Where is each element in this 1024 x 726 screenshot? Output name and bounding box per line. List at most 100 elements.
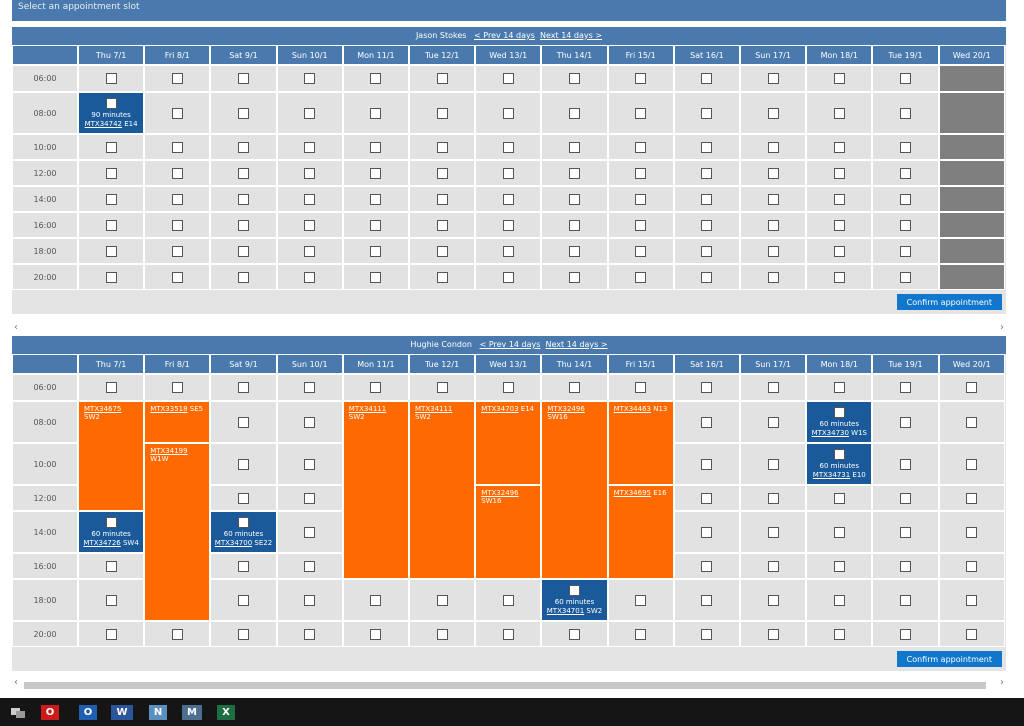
job-link[interactable]: MTX34675 (84, 405, 121, 413)
empty-slot[interactable] (342, 621, 409, 647)
slot-checkbox[interactable] (701, 458, 713, 470)
busy-block[interactable]: MTX34199 W1W (144, 443, 211, 621)
slot-checkbox[interactable] (105, 167, 117, 179)
slot-checkbox[interactable] (436, 628, 448, 640)
slot-checkbox[interactable] (304, 219, 316, 231)
slot-checkbox[interactable] (237, 141, 249, 153)
slot-checkbox[interactable] (899, 107, 911, 119)
slot-checkbox[interactable] (568, 245, 580, 257)
job-link[interactable]: MTX34730 (812, 429, 849, 437)
empty-slot[interactable] (342, 264, 409, 290)
empty-slot[interactable] (806, 374, 873, 401)
slot-checkbox[interactable] (105, 560, 117, 572)
empty-slot[interactable] (872, 553, 939, 579)
slot-checkbox[interactable] (171, 167, 183, 179)
slot-checkbox[interactable] (899, 382, 911, 393)
slot-checkbox[interactable] (899, 458, 911, 470)
slot-checkbox[interactable] (304, 193, 316, 205)
slot-checkbox[interactable] (833, 107, 845, 119)
empty-slot[interactable] (806, 160, 873, 186)
empty-slot[interactable] (938, 621, 1005, 647)
empty-slot[interactable] (409, 374, 476, 401)
slot-checkbox[interactable] (237, 560, 249, 572)
empty-slot[interactable] (541, 212, 608, 238)
empty-slot[interactable] (673, 238, 740, 264)
slot-checkbox[interactable] (436, 245, 448, 257)
slot-checkbox[interactable] (966, 492, 978, 504)
empty-slot[interactable] (78, 238, 145, 264)
empty-slot[interactable] (740, 511, 807, 553)
slot-checkbox[interactable] (502, 271, 514, 283)
slot-checkbox[interactable] (237, 167, 249, 179)
booked-slot[interactable]: 90 minutes MTX34742 E14 (78, 92, 145, 134)
empty-slot[interactable] (607, 134, 674, 160)
slot-checkbox[interactable] (502, 141, 514, 153)
slot-checkbox[interactable] (899, 492, 911, 504)
empty-slot[interactable] (740, 134, 807, 160)
empty-slot[interactable] (673, 160, 740, 186)
empty-slot[interactable] (78, 621, 145, 647)
slot-checkbox[interactable] (833, 406, 845, 418)
job-link[interactable]: MTX34199 (150, 447, 187, 455)
empty-slot[interactable] (409, 160, 476, 186)
booked-slot[interactable]: 60 minutes MTX34701 SW2 (541, 579, 608, 621)
slot-checkbox[interactable] (767, 492, 779, 504)
busy-block[interactable]: MTX34111 SW2 (409, 401, 476, 579)
empty-slot[interactable] (673, 485, 740, 511)
booked-slot[interactable]: 60 minutes MTX34730 W1S (806, 401, 873, 443)
slot-checkbox[interactable] (767, 560, 779, 572)
slot-checkbox[interactable] (966, 458, 978, 470)
slot-checkbox[interactable] (568, 219, 580, 231)
empty-slot[interactable] (740, 160, 807, 186)
empty-slot[interactable] (740, 443, 807, 485)
empty-slot[interactable] (607, 579, 674, 621)
slot-checkbox[interactable] (171, 141, 183, 153)
empty-slot[interactable] (806, 485, 873, 511)
empty-slot[interactable] (872, 579, 939, 621)
empty-slot[interactable] (806, 134, 873, 160)
slot-checkbox[interactable] (701, 492, 713, 504)
slot-checkbox[interactable] (171, 107, 183, 119)
slot-checkbox[interactable] (171, 219, 183, 231)
empty-slot[interactable] (806, 553, 873, 579)
empty-slot[interactable] (938, 511, 1005, 553)
empty-slot[interactable] (409, 238, 476, 264)
empty-slot[interactable] (144, 264, 211, 290)
slot-checkbox[interactable] (833, 167, 845, 179)
empty-slot[interactable] (673, 401, 740, 443)
empty-slot[interactable] (607, 238, 674, 264)
empty-slot[interactable] (607, 160, 674, 186)
busy-block[interactable]: MTX34675 SW2 (78, 401, 145, 511)
empty-slot[interactable] (475, 65, 542, 92)
slot-checkbox[interactable] (502, 193, 514, 205)
empty-slot[interactable] (872, 374, 939, 401)
slot-checkbox[interactable] (304, 594, 316, 606)
slot-checkbox[interactable] (568, 584, 580, 596)
empty-slot[interactable] (938, 401, 1005, 443)
slot-checkbox[interactable] (833, 594, 845, 606)
slot-checkbox[interactable] (833, 628, 845, 640)
empty-slot[interactable] (475, 212, 542, 238)
empty-slot[interactable] (409, 92, 476, 134)
slot-checkbox[interactable] (767, 526, 779, 538)
slot-checkbox[interactable] (899, 167, 911, 179)
scroll-right-icon[interactable]: › (1000, 322, 1004, 333)
horizontal-scrollbar-1[interactable]: ‹ › (12, 322, 1006, 335)
empty-slot[interactable] (673, 511, 740, 553)
slot-checkbox[interactable] (105, 628, 117, 640)
slot-checkbox[interactable] (237, 219, 249, 231)
empty-slot[interactable] (276, 65, 343, 92)
slot-checkbox[interactable] (833, 560, 845, 572)
empty-slot[interactable] (210, 238, 277, 264)
empty-slot[interactable] (740, 579, 807, 621)
slot-checkbox[interactable] (502, 73, 514, 84)
confirm-appointment-button[interactable]: Confirm appointment (896, 294, 1002, 310)
empty-slot[interactable] (541, 186, 608, 212)
slot-checkbox[interactable] (767, 416, 779, 428)
slot-checkbox[interactable] (899, 271, 911, 283)
empty-slot[interactable] (144, 92, 211, 134)
empty-slot[interactable] (409, 65, 476, 92)
slot-checkbox[interactable] (304, 107, 316, 119)
slot-checkbox[interactable] (237, 245, 249, 257)
slot-checkbox[interactable] (237, 382, 249, 393)
